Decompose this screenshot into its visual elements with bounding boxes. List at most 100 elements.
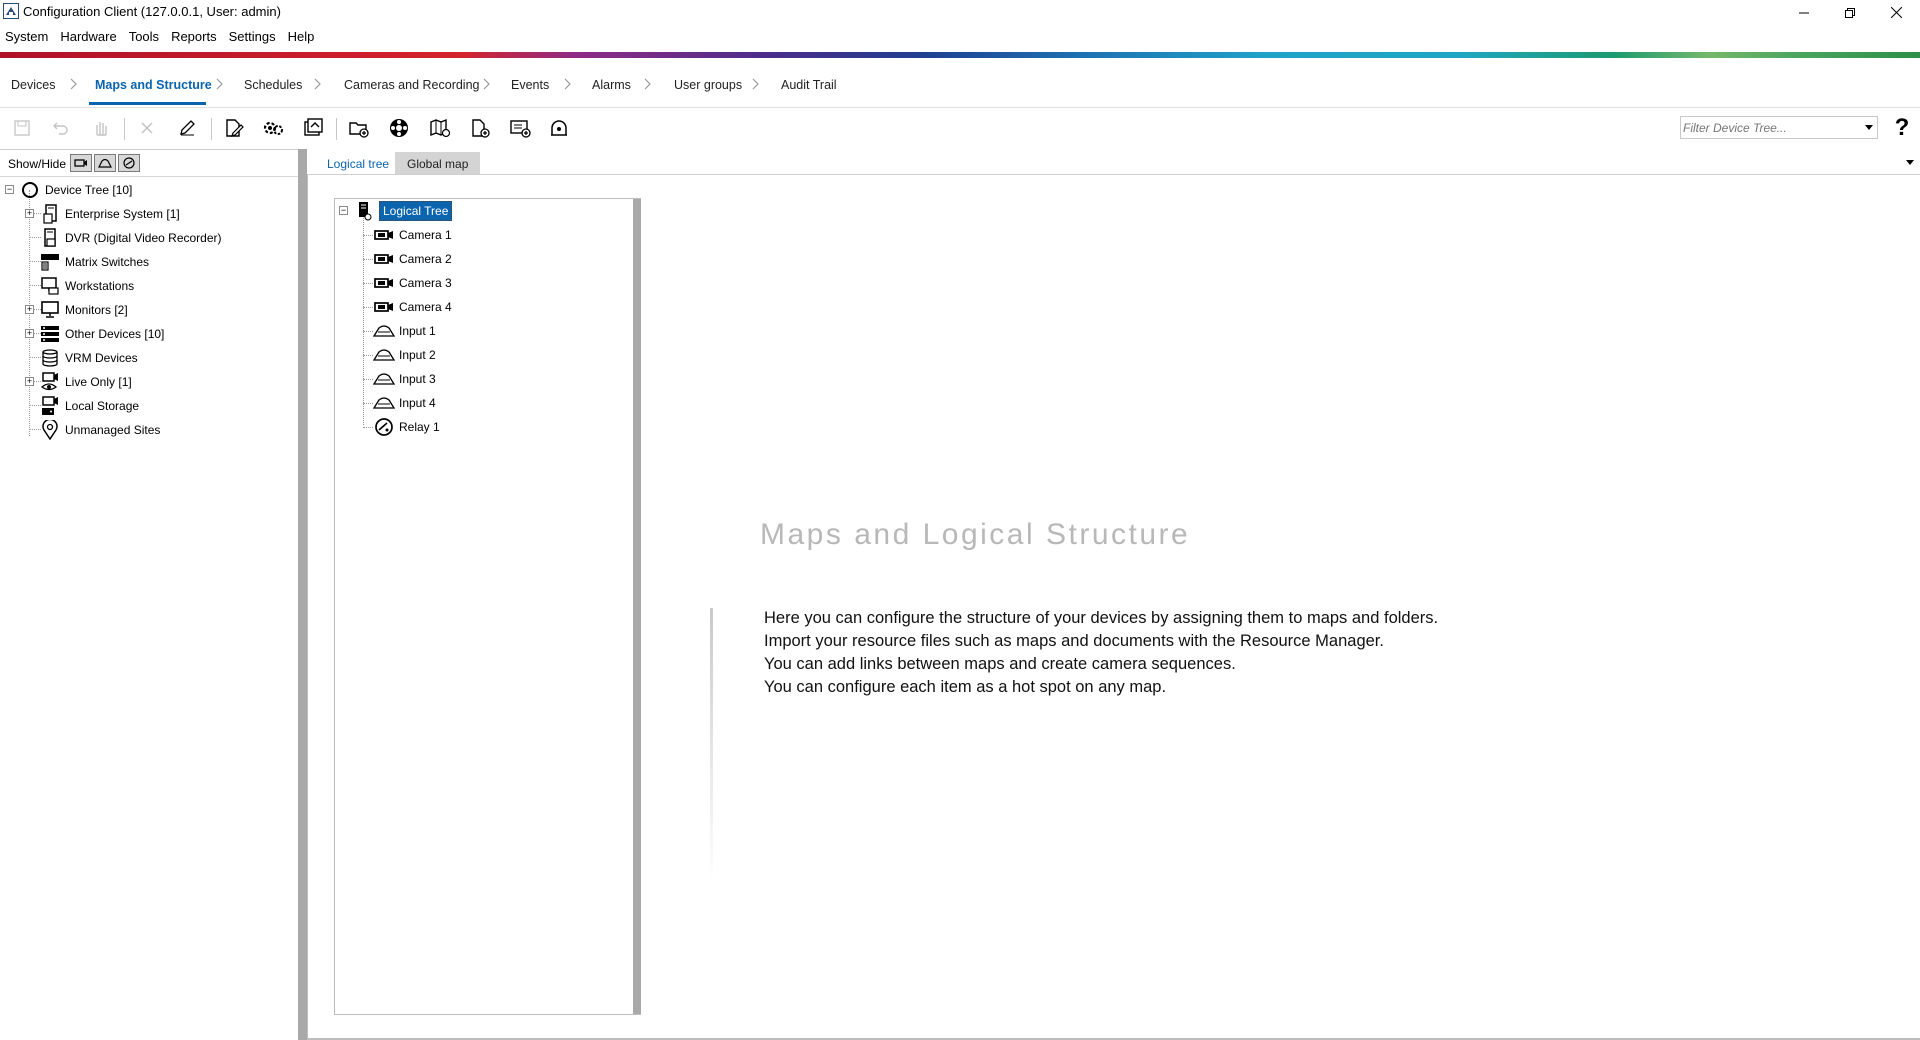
filter-device-tree-input[interactable] [1683, 119, 1853, 136]
tree-item-camera-1[interactable]: Camera 1 [373, 225, 452, 245]
tab-maps-and-structure[interactable]: Maps and Structure [95, 78, 212, 92]
tree-item-other-devices[interactable]: Other Devices [10] [39, 324, 164, 344]
undo-icon[interactable] [47, 115, 73, 141]
tab-events[interactable]: Events [511, 78, 549, 92]
welcome-line: You can add links between maps and creat… [764, 655, 1236, 673]
tab-alarms[interactable]: Alarms [592, 78, 631, 92]
tree-item-label: Camera 1 [399, 228, 452, 242]
delete-icon[interactable] [134, 115, 160, 141]
tree-item-vrm-devices[interactable]: VRM Devices [39, 348, 138, 368]
tree-item-label: Logical Tree [379, 201, 453, 221]
tree-item-label: Unmanaged Sites [65, 423, 161, 437]
tree-item-label: Camera 3 [399, 276, 452, 290]
collapse-toggle[interactable]: − [5, 185, 14, 194]
help-icon[interactable]: ? [1891, 116, 1913, 140]
add-document-icon[interactable] [467, 115, 493, 141]
expand-toggle[interactable]: + [25, 305, 34, 314]
hand-icon[interactable] [88, 115, 114, 141]
tree-item-enterprise-system[interactable]: Enterprise System [1] [39, 204, 180, 224]
add-relay-icon[interactable] [507, 115, 533, 141]
tab-devices[interactable]: Devices [11, 78, 55, 92]
logical-tree-splitter[interactable] [633, 199, 641, 1014]
resource-manager-icon[interactable] [300, 115, 326, 141]
menu-system[interactable]: System [0, 27, 54, 47]
tree-item-relay-1[interactable]: Relay 1 [373, 417, 440, 437]
welcome-line: You can configure each item as a hot spo… [764, 678, 1167, 696]
tab-schedules[interactable]: Schedules [244, 78, 302, 92]
relay-icon [373, 417, 395, 437]
tree-item-local-storage[interactable]: Local Storage [39, 396, 139, 416]
dropdown-arrow-icon[interactable] [1906, 160, 1914, 165]
save-icon[interactable] [9, 115, 35, 141]
tree-item-input-1[interactable]: Input 1 [373, 321, 436, 341]
sequence-icon[interactable] [386, 115, 412, 141]
tree-item-device-tree-root[interactable]: Device Tree [10] [19, 180, 132, 200]
expand-toggle[interactable]: + [25, 329, 34, 338]
chevron-right-icon [563, 77, 573, 91]
tree-item-input-4[interactable]: Input 4 [373, 393, 436, 413]
input-icon [373, 345, 395, 365]
tree-item-label: VRM Devices [65, 351, 138, 365]
tree-item-unmanaged-sites[interactable]: Unmanaged Sites [39, 420, 160, 440]
chevron-right-icon [751, 77, 761, 91]
tree-item-label: Monitors [2] [65, 303, 128, 317]
unmanaged-sites-icon [39, 420, 61, 440]
camera-filter-icon[interactable] [70, 154, 92, 172]
tab-logical-tree[interactable]: Logical tree [315, 152, 402, 174]
restore-icon[interactable] [1827, 0, 1873, 25]
add-map-icon[interactable] [427, 115, 453, 141]
vrm-devices-icon [39, 348, 61, 368]
close-icon[interactable] [1873, 0, 1919, 25]
tree-item-camera-3[interactable]: Camera 3 [373, 273, 452, 293]
enterprise-system-icon [39, 204, 61, 224]
menu-bar: System Hardware Tools Reports Settings H… [0, 27, 320, 47]
filter-device-tree[interactable] [1680, 116, 1878, 139]
tree-item-input-3[interactable]: Input 3 [373, 369, 436, 389]
menu-settings[interactable]: Settings [223, 27, 282, 47]
relay-filter-icon[interactable] [118, 154, 140, 172]
edit-map-icon[interactable] [221, 115, 247, 141]
panel-splitter[interactable] [298, 149, 307, 1040]
menu-help[interactable]: Help [282, 27, 321, 47]
dvr-icon [39, 228, 61, 248]
camera-icon [373, 249, 395, 269]
dropdown-arrow-icon[interactable] [1865, 125, 1873, 130]
tree-item-camera-4[interactable]: Camera 4 [373, 297, 452, 317]
tab-audit-trail[interactable]: Audit Trail [781, 78, 837, 92]
expand-toggle[interactable]: + [25, 377, 34, 386]
tab-global-map[interactable]: Global map [395, 152, 481, 174]
menu-tools[interactable]: Tools [123, 27, 165, 47]
tab-user-groups[interactable]: User groups [674, 78, 742, 92]
add-folder-icon[interactable] [260, 115, 286, 141]
tree-item-monitors[interactable]: Monitors [2] [39, 300, 128, 320]
menu-reports[interactable]: Reports [165, 27, 223, 47]
tree-item-label: Input 3 [399, 372, 436, 386]
input-filter-icon[interactable] [94, 154, 116, 172]
alarm-icon[interactable] [546, 115, 572, 141]
tree-item-label: Workstations [65, 279, 135, 293]
tree-item-camera-2[interactable]: Camera 2 [373, 249, 452, 269]
tree-item-workstations[interactable]: Workstations [39, 276, 134, 296]
expand-toggle[interactable]: + [25, 209, 34, 218]
chevron-right-icon [643, 77, 653, 91]
input-icon [373, 369, 395, 389]
minimize-icon[interactable] [1781, 0, 1827, 25]
collapse-toggle[interactable]: − [339, 206, 348, 215]
welcome-line: Import your resource files such as maps … [764, 632, 1384, 650]
other-devices-icon [39, 324, 61, 344]
tree-item-live-only[interactable]: Live Only [1] [39, 372, 132, 392]
menu-hardware[interactable]: Hardware [54, 27, 122, 47]
tree-item-logical-root[interactable]: Logical Tree [353, 201, 453, 221]
tree-item-input-2[interactable]: Input 2 [373, 345, 436, 365]
tree-item-dvr[interactable]: DVR (Digital Video Recorder) [39, 228, 222, 248]
tree-item-matrix-switches[interactable]: Matrix Switches [39, 252, 149, 272]
chevron-right-icon [215, 77, 225, 91]
device-tree: − Device Tree [10] + Enterprise System [… [0, 176, 298, 1040]
tree-item-label: Input 1 [399, 324, 436, 338]
tree-item-label: Input 4 [399, 396, 436, 410]
rename-icon[interactable] [174, 115, 200, 141]
workflow-nav-bar: Devices Maps and Structure Schedules Cam… [0, 58, 1920, 108]
new-folder-icon[interactable] [346, 115, 372, 141]
live-only-icon [39, 372, 61, 392]
tab-cameras-and-recording[interactable]: Cameras and Recording [344, 78, 480, 92]
